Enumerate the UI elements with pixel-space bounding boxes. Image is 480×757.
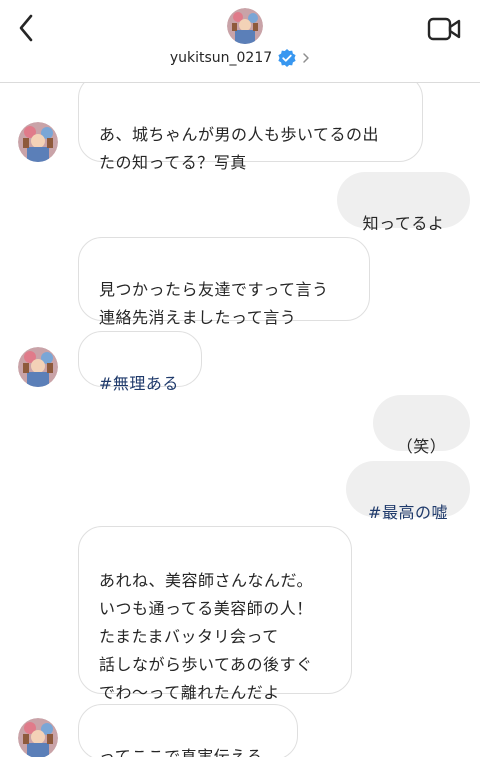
video-camera-icon [427,17,461,41]
chevron-right-icon [303,53,309,63]
chat-screen: yukitsun_0217 あ、城ちゃんが男の人も歩いてるの出 たの知ってる？写… [0,0,480,757]
sender-avatar[interactable] [18,347,58,387]
message-bubble-incoming[interactable]: あ、城ちゃんが男の人も歩いてるの出 たの知ってる？写真 [78,74,423,172]
message-bubble-incoming[interactable]: #無理ある [78,331,202,393]
video-call-button[interactable] [426,14,462,44]
avatar-image [18,347,58,387]
message-text: （笑） [396,437,447,456]
message-bubble-outgoing[interactable]: （笑） [373,395,470,456]
message-bubble-outgoing[interactable]: 知ってるよ [337,172,470,233]
avatar-image [18,122,58,162]
message-bubble-incoming[interactable]: 見つかったら友達ですって言う 連絡先消えましたって言う [78,237,370,327]
sender-avatar[interactable] [18,122,58,162]
message-bubble-incoming[interactable]: ってここで真実伝える [78,704,298,757]
message-text: 知ってるよ [362,214,445,233]
verified-badge-icon [278,49,296,67]
chat-header: yukitsun_0217 [0,0,480,83]
username: yukitsun_0217 [169,50,273,66]
avatar-image [227,8,263,44]
profile-avatar[interactable] [227,8,263,44]
username-row[interactable]: yukitsun_0217 [0,46,480,70]
message-text: 見つかったら友達ですって言う 連絡先消えましたって言う [99,280,329,327]
message-text: ってここで真実伝える [99,747,263,757]
back-arrow-icon [19,14,33,42]
sender-avatar[interactable] [18,718,58,757]
message-bubble-outgoing[interactable]: #最高の嘘 [346,461,470,522]
hashtag-link[interactable]: #最高の嘘 [368,503,448,522]
avatar-image [18,718,58,757]
back-button[interactable] [12,10,44,46]
hashtag-link[interactable]: #無理ある [99,374,179,393]
message-text: あ、城ちゃんが男の人も歩いてるの出 たの知ってる？写真 [99,125,380,172]
message-bubble-incoming[interactable]: あれね、美容師さんなんだ。 いつも通ってる美容師の人！ たまたまバッタリ会って … [78,526,352,702]
message-text: あれね、美容師さんなんだ。 いつも通ってる美容師の人！ たまたまバッタリ会って … [99,571,314,702]
